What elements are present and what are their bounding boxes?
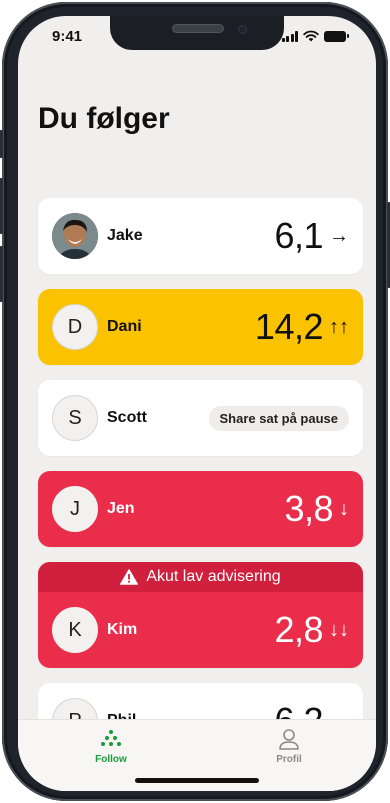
- screen: 9:41 Du følger Jake 6,1 → D Dani 14,2 ↑↑…: [18, 16, 376, 791]
- trend-arrow-icon: →: [329, 224, 349, 247]
- person-name: Jen: [107, 500, 135, 517]
- volume-up-button: [0, 178, 3, 234]
- volume-down-button: [0, 246, 3, 302]
- avatar-initial: D: [52, 304, 98, 350]
- person-card-kim[interactable]: Akut lav advisering K Kim 2,8 ↓↓: [38, 562, 363, 668]
- tab-follow[interactable]: Follow: [66, 728, 156, 765]
- status-icons: [281, 30, 349, 42]
- trend-arrow-icon: ↑↑: [329, 315, 349, 338]
- trend-arrow-icon: ↓: [339, 497, 349, 520]
- reading-value: 3,8: [284, 488, 333, 529]
- front-camera: [238, 25, 247, 34]
- person-card-scott[interactable]: S Scott Share sat på pause: [38, 380, 363, 456]
- warning-icon: [120, 569, 139, 585]
- glucose-reading: 6,1 →: [274, 215, 349, 257]
- person-outline-icon: [279, 729, 299, 750]
- glucose-reading: 2,8 ↓↓: [274, 609, 349, 651]
- cellular-signal-icon: [281, 30, 298, 42]
- reading-value: 14,2: [254, 306, 324, 347]
- wifi-icon: [303, 30, 319, 42]
- person-name: Scott: [107, 409, 147, 426]
- battery-icon: [324, 30, 349, 42]
- status-time: 9:41: [52, 28, 83, 45]
- person-card-jen[interactable]: J Jen 3,8 ↓: [38, 471, 363, 547]
- person-name: Dani: [107, 318, 142, 335]
- urgent-low-alert-banner: Akut lav advisering: [38, 562, 363, 592]
- avatar-initial: J: [52, 486, 98, 532]
- reading-value: 6,1: [274, 215, 323, 256]
- follow-dots-icon: [101, 730, 121, 746]
- followed-list: Jake 6,1 → D Dani 14,2 ↑↑ S Scott Share …: [38, 198, 363, 774]
- avatar-initial: S: [52, 395, 98, 441]
- avatar-photo: [52, 213, 98, 259]
- person-card-jake[interactable]: Jake 6,1 →: [38, 198, 363, 274]
- notch: [110, 16, 284, 50]
- person-name: Kim: [107, 621, 138, 638]
- mute-switch: [0, 130, 3, 158]
- trend-arrow-icon: ↓↓: [329, 618, 349, 641]
- home-indicator: [135, 778, 259, 783]
- share-paused-badge: Share sat på pause: [208, 405, 349, 431]
- page-title: Du følger: [38, 102, 170, 135]
- person-name: Jake: [107, 227, 143, 244]
- reading-value: 2,8: [274, 609, 323, 650]
- tab-label: Profil: [276, 754, 302, 765]
- speaker-grille: [172, 24, 224, 33]
- glucose-reading: 3,8 ↓: [284, 488, 349, 530]
- tab-profil[interactable]: Profil: [244, 728, 334, 765]
- phone-frame: 9:41 Du følger Jake 6,1 → D Dani 14,2 ↑↑…: [0, 2, 390, 801]
- glucose-reading: 14,2 ↑↑: [255, 306, 349, 348]
- alert-text: Akut lav advisering: [146, 568, 281, 585]
- avatar-initial: K: [52, 607, 98, 653]
- tab-label: Follow: [95, 754, 127, 765]
- person-card-dani[interactable]: D Dani 14,2 ↑↑: [38, 289, 363, 365]
